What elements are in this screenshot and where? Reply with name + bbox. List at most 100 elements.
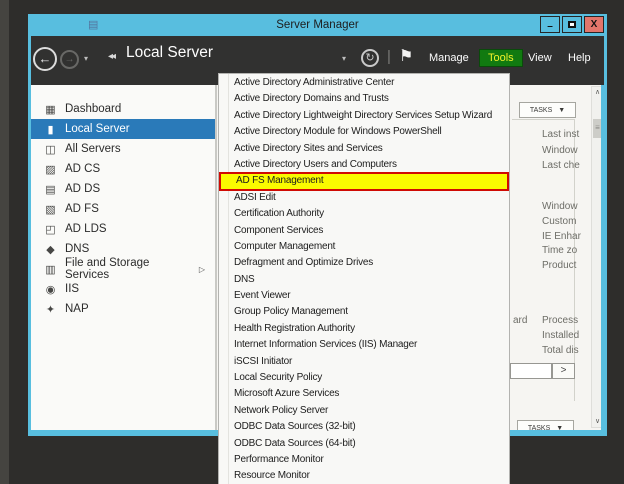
pager-next-button[interactable]: > [552,363,575,379]
tasks-label: TASKS [530,107,552,114]
tasks-button-top[interactable]: TASKS ▼ [519,102,576,118]
breadcrumb-dropdown-icon[interactable]: ▾ [342,54,346,63]
tools-menu-item-label: DNS [234,274,255,285]
tools-dropdown-menu: Active Directory Administrative Center A… [218,73,510,484]
tools-menu-item[interactable]: Component Services [219,223,509,239]
notifications-flag-icon[interactable]: ⚑ [399,46,413,66]
tools-menu-item[interactable]: Active Directory Users and Computers [219,157,509,173]
navbar-separator: | [387,48,391,65]
tools-menu-item[interactable]: Computer Management [219,239,509,255]
panel-text-fragment: Last inst [542,129,579,140]
sidebar-item-ad-cs[interactable]: ▨ AD CS [31,159,215,179]
tools-menu-item[interactable]: Local Security Policy [219,370,509,386]
manage-menu[interactable]: Manage [429,52,469,64]
tools-menu-item[interactable]: Resource Monitor [219,468,509,484]
window-title: Server Manager [28,14,607,36]
sidebar: ▦ Dashboard ▮ Local Server ◫ All Servers [31,85,215,430]
breadcrumb[interactable]: Local Server [126,44,213,62]
desktop-edge-strip [0,0,9,484]
expand-arrow-icon: ▷ [199,265,205,274]
titlebar[interactable]: ▤ Server Manager – X [28,14,607,36]
tools-menu-item[interactable]: Active Directory Module for Windows Powe… [219,124,509,140]
tools-menu-item-label: Active Directory Lightweight Directory S… [234,110,492,121]
tools-menu-item[interactable]: Certification Authority [219,206,509,222]
sidebar-item-ad-fs[interactable]: ▧ AD FS [31,199,215,219]
window-controls: – X [540,16,604,33]
tools-menu-item[interactable]: Active Directory Lightweight Directory S… [219,108,509,124]
tools-menu-item-label: Network Policy Server [234,405,328,416]
tools-menu-item[interactable]: Network Policy Server [219,403,509,419]
tools-menu-item[interactable]: Performance Monitor [219,452,509,468]
sidebar-item-dashboard[interactable]: ▦ Dashboard [31,99,215,119]
tools-menu-item[interactable]: ADSI Edit [219,190,509,206]
panel-text-fragment: Time zo [542,245,577,256]
tools-menu-item[interactable]: Health Registration Authority [219,321,509,337]
minimize-button[interactable]: – [540,16,560,33]
tasks-label: TASKS [528,425,550,431]
tools-menu-item-label: ADSI Edit [234,192,276,203]
sidebar-item-local-server[interactable]: ▮ Local Server [31,119,215,139]
sidebar-item-file-storage[interactable]: ▥ File and Storage Services ▷ [31,259,215,279]
tools-menu-button[interactable]: Tools [479,49,523,67]
tools-menu-item[interactable]: Active Directory Administrative Center [219,75,509,91]
tools-menu-item-label: Active Directory Administrative Center [234,77,394,88]
history-dropdown-icon[interactable]: ▾ [84,54,88,63]
tools-menu-item[interactable]: Defragment and Optimize Drives [219,255,509,271]
tools-menu-item[interactable]: iSCSI Initiator [219,354,509,370]
certificate-services-icon: ▨ [44,163,57,176]
sidebar-item-iis[interactable]: ◉ IIS [31,279,215,299]
tools-menu-item-label: Active Directory Sites and Services [234,143,383,154]
tools-menu-item-label: Microsoft Azure Services [234,388,339,399]
tools-menu-item-label: ODBC Data Sources (64-bit) [234,438,356,449]
scroll-down-icon[interactable]: ∨ [592,416,601,427]
sidebar-item-ad-lds[interactable]: ◰ AD LDS [31,219,215,239]
scroll-up-icon[interactable]: ∧ [592,87,601,98]
view-menu[interactable]: View [528,52,552,64]
sidebar-item-all-servers[interactable]: ◫ All Servers [31,139,215,159]
vertical-scrollbar[interactable]: ∧ ≡ ∨ [591,86,601,428]
tools-menu-item[interactable]: Active Directory Sites and Services [219,141,509,157]
servers-icon: ◫ [44,143,57,156]
tools-menu-item[interactable]: ODBC Data Sources (64-bit) [219,436,509,452]
panel-text-fragment: Window [542,201,578,212]
tools-menu-item-label: iSCSI Initiator [234,356,292,367]
tools-menu-item[interactable]: Group Policy Management [219,304,509,320]
tools-menu-item[interactable]: DNS [219,272,509,288]
help-menu[interactable]: Help [568,52,591,64]
tools-menu-item-label: Active Directory Module for Windows Powe… [234,126,442,137]
tools-menu-item-label: Defragment and Optimize Drives [234,257,373,268]
panel-text-fragment: Total dis [542,345,579,356]
sidebar-item-nap[interactable]: ✦ NAP [31,299,215,319]
tools-menu-item-label: Group Policy Management [234,306,348,317]
tools-menu-item[interactable]: Active Directory Domains and Trusts [219,91,509,107]
close-button[interactable]: X [584,16,604,33]
tools-menu-item-label: Certification Authority [234,208,324,219]
panel-text-fragment: Custom [542,216,576,227]
sidebar-item-dns[interactable]: ◆ DNS [31,239,215,259]
pager-input[interactable] [510,363,552,379]
tasks-dropdown-icon: ▼ [558,107,565,114]
tools-menu-item[interactable]: Event Viewer [219,288,509,304]
tools-menu-item-label: Event Viewer [234,290,290,301]
tasks-button-bottom[interactable]: TASKS ▼ [517,420,574,430]
tools-menu-item[interactable]: Internet Information Services (IIS) Mana… [219,337,509,353]
refresh-icon[interactable]: ↻ [361,49,379,67]
back-button[interactable]: ← [33,47,57,71]
tools-menu-item-label: ODBC Data Sources (32-bit) [234,421,356,432]
desktop-background: ▤ Server Manager – X ← → ▾ ◂◂ Local Serv… [0,0,624,484]
panel-text-fragment: Window [542,145,578,156]
iis-icon: ◉ [44,283,57,296]
panel-text-fragment: Installed [542,330,579,341]
tools-menu-item[interactable]: AD FS Management [219,172,509,190]
key-icon: ✦ [44,303,57,316]
forward-button[interactable]: → [60,50,79,69]
server-icon: ▮ [44,123,57,136]
scrollbar-thumb[interactable]: ≡ [593,119,601,138]
tools-menu-item[interactable]: Microsoft Azure Services [219,386,509,402]
tasks-dropdown-icon: ▼ [556,425,563,431]
maximize-button[interactable] [562,16,582,33]
tools-menu-item[interactable]: ODBC Data Sources (32-bit) [219,419,509,435]
dashboard-grid-icon: ▦ [44,103,57,116]
sidebar-item-ad-ds[interactable]: ▤ AD DS [31,179,215,199]
panel-text-fragment: IE Enhar [542,231,581,242]
